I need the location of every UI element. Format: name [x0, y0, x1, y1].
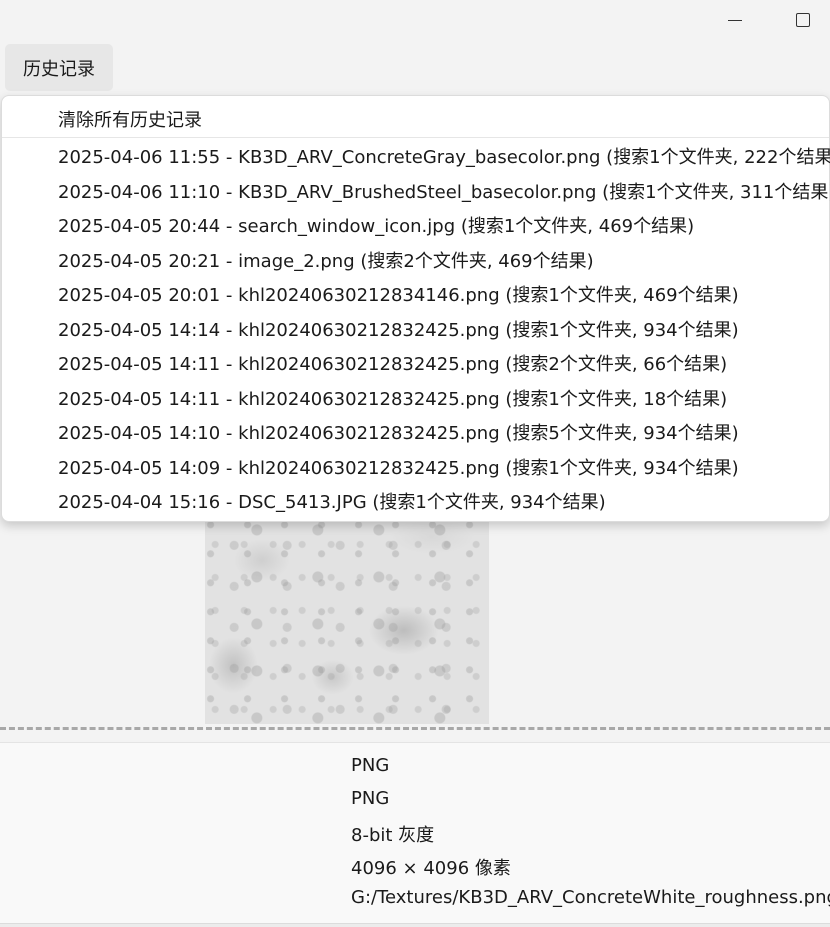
app-window: 历史记录 PNG PNG 8-bit 灰度 4096 × 4096 像素 G:/…: [0, 0, 830, 927]
image-info-panel: PNG PNG 8-bit 灰度 4096 × 4096 像素 G:/Textu…: [0, 742, 830, 924]
history-menu-item[interactable]: 2025-04-06 11:55 - KB3D_ARV_ConcreteGray…: [2, 141, 830, 176]
history-menu-item[interactable]: 2025-04-05 14:10 - khl20240630212832425.…: [2, 417, 829, 452]
history-menu: 清除所有历史记录 2025-04-06 11:55 - KB3D_ARV_Con…: [1, 95, 830, 522]
history-menu-item[interactable]: 2025-04-05 14:11 - khl20240630212832425.…: [2, 383, 829, 418]
history-menu-item[interactable]: 2025-04-05 20:21 - image_2.png (搜索2个文件夹,…: [2, 245, 829, 280]
history-menu-item[interactable]: 2025-04-04 15:16 - DSC_5413.JPG (搜索1个文件夹…: [2, 486, 829, 521]
history-list: 2025-04-06 11:55 - KB3D_ARV_ConcreteGray…: [2, 141, 830, 521]
history-menu-item[interactable]: 2025-04-05 14:11 - khl20240630212832425.…: [2, 348, 829, 383]
clear-history-menu-item[interactable]: 清除所有历史记录: [58, 106, 202, 132]
history-menu-item[interactable]: 2025-04-05 14:14 - khl20240630212832425.…: [2, 314, 829, 349]
info-dimensions: 4096 × 4096 像素: [351, 858, 511, 879]
dashed-divider: [0, 727, 830, 730]
history-menu-item[interactable]: 2025-04-05 20:01 - khl20240630212834146.…: [2, 279, 829, 314]
menu-separator: [2, 137, 829, 138]
maximize-button[interactable]: [780, 0, 826, 40]
minimize-button[interactable]: [712, 0, 758, 40]
info-type: PNG: [351, 788, 390, 809]
preview-image: [205, 490, 489, 724]
info-path: G:/Textures/KB3D_ARV_ConcreteWhite_rough…: [351, 887, 830, 908]
history-button[interactable]: 历史记录: [5, 44, 113, 91]
title-bar: [0, 0, 830, 40]
bottom-edge: [0, 923, 830, 927]
minimize-icon: [728, 19, 742, 21]
history-menu-item[interactable]: 2025-04-05 14:09 - khl20240630212832425.…: [2, 452, 829, 487]
info-bit-depth: 8-bit 灰度: [351, 825, 435, 846]
history-menu-item[interactable]: 2025-04-05 20:44 - search_window_icon.jp…: [2, 210, 829, 245]
maximize-icon: [796, 13, 810, 27]
history-menu-item[interactable]: 2025-04-06 11:10 - KB3D_ARV_BrushedSteel…: [2, 176, 830, 211]
info-format: PNG: [351, 755, 390, 776]
